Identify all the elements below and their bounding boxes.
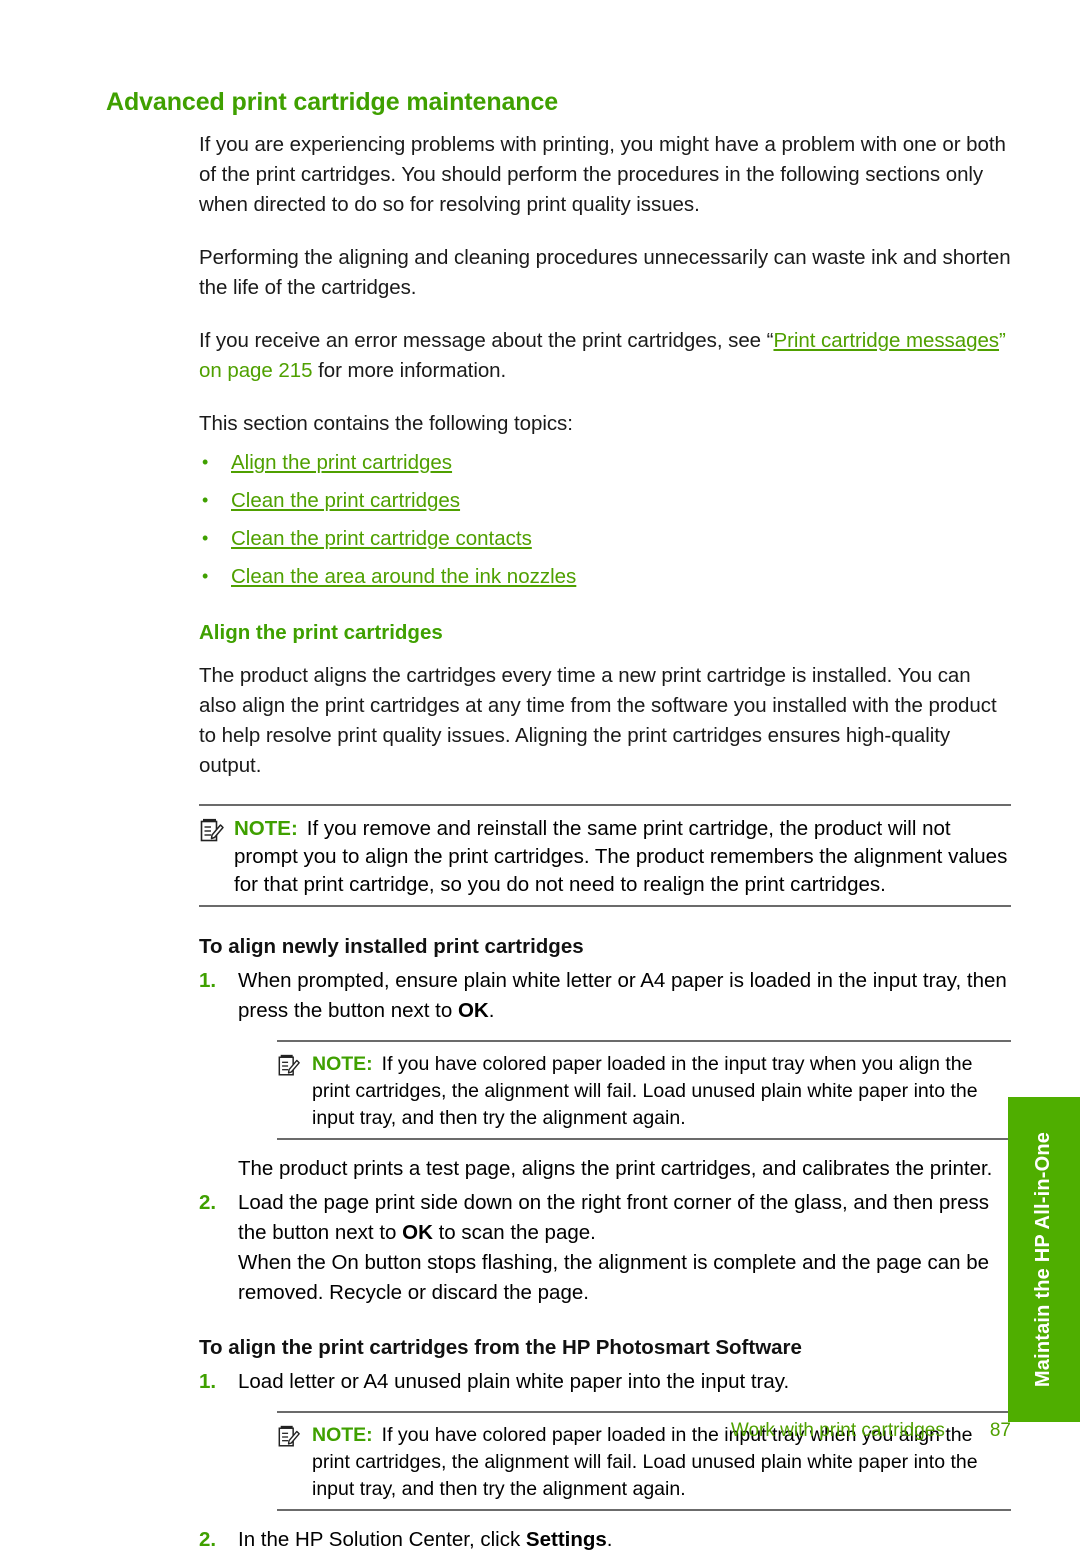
page-title: Advanced print cartridge maintenance	[106, 88, 559, 116]
note-bottom-rule	[277, 1509, 1011, 1511]
xref-close-quote: ”	[999, 329, 1006, 352]
step-text-before: Load the page print side down on the rig…	[238, 1191, 990, 1244]
note-icon	[277, 1054, 303, 1080]
step-text-after: .	[606, 1528, 613, 1551]
ui-label-settings: Settings	[525, 1528, 607, 1551]
footer-page-number: 87	[989, 1420, 1011, 1441]
procedure-heading-hp-photosmart-software: To align the print cartridges from the H…	[199, 1336, 802, 1359]
chapter-side-tab: Maintain the HP All-in-One	[1008, 1097, 1080, 1422]
procedure-2-steps: 1. Load letter or A4 unused plain white …	[199, 1367, 1011, 1555]
document-body: If you are experiencing problems with pr…	[199, 130, 1011, 1559]
list-item: Clean the print cartridges	[199, 486, 1011, 515]
topic-link-clean-the-print-cartridge-contacts[interactable]: Clean the print cartridge contacts	[231, 527, 532, 550]
step-text-after: .	[488, 999, 495, 1022]
topic-link-clean-the-area-around-the-ink-nozzles[interactable]: Clean the area around the ink nozzles	[231, 565, 576, 588]
xref-page-reference: on page 215	[199, 359, 313, 382]
list-item: Clean the print cartridge contacts	[199, 524, 1011, 553]
procedure-heading-align-newly-installed: To align newly installed print cartridge…	[199, 935, 584, 958]
topics-list: Align the print cartridges Clean the pri…	[199, 448, 1011, 591]
list-item: 2. Load the page print side down on the …	[199, 1188, 1011, 1308]
step-text: Load letter or A4 unused plain white pap…	[238, 1370, 790, 1393]
note-text: NOTE: If you have colored paper loaded in…	[312, 1051, 1011, 1132]
page-footer: Work with print cartridges 87	[0, 1420, 1011, 1442]
note-content: If you have colored paper loaded in the …	[312, 1053, 978, 1129]
cross-reference-paragraph: If you receive an error message about th…	[199, 326, 1011, 386]
footer-chapter-title: Work with print cartridges	[730, 1420, 945, 1441]
step-followup-text: When the On button stops flashing, the a…	[238, 1251, 990, 1304]
ui-label-ok: OK	[457, 999, 489, 1022]
topic-link-align-the-print-cartridges[interactable]: Align the print cartridges	[231, 451, 452, 474]
topic-link-clean-the-print-cartridges[interactable]: Clean the print cartridges	[231, 489, 460, 512]
note-block: NOTE: If you remove and reinstall the sam…	[199, 804, 1011, 907]
chapter-side-tab-label: Maintain the HP All-in-One	[1032, 1131, 1055, 1388]
list-item: 1. When prompted, ensure plain white let…	[199, 966, 1011, 1184]
note-bottom-rule	[277, 1138, 1011, 1140]
intro-paragraph-1: If you are experiencing problems with pr…	[199, 133, 1006, 216]
section-paragraph: The product aligns the cartridges every …	[199, 664, 997, 777]
intro-paragraph-2: Performing the aligning and cleaning pro…	[199, 246, 1011, 299]
procedure-1-steps: 1. When prompted, ensure plain white let…	[199, 966, 1011, 1308]
note-icon	[199, 818, 225, 844]
note-label: NOTE:	[312, 1053, 373, 1075]
note-label: NOTE:	[234, 817, 298, 840]
xref-prefix-text: If you receive an error message about th…	[199, 329, 774, 352]
note-block: NOTE: If you have colored paper loaded in…	[277, 1040, 1011, 1140]
step-text-before: When prompted, ensure plain white letter…	[238, 969, 1007, 1022]
step-number: 1.	[199, 1370, 217, 1393]
xref-suffix-text: for more information.	[312, 359, 507, 382]
step-text-before: In the HP Solution Center, click	[238, 1528, 526, 1551]
note-content: If you remove and reinstall the same pri…	[234, 817, 1008, 896]
list-item: Align the print cartridges	[199, 448, 1011, 477]
step-text-after: to scan the page.	[432, 1221, 596, 1244]
step-number: 1.	[199, 969, 217, 992]
topics-intro: This section contains the following topi…	[199, 412, 573, 435]
step-followup-text: The product prints a test page, aligns t…	[238, 1157, 993, 1180]
xref-link-print-cartridge-messages[interactable]: Print cartridge messages	[773, 329, 999, 352]
ui-label-ok: OK	[402, 1221, 433, 1244]
note-text: NOTE: If you remove and reinstall the sam…	[234, 815, 1011, 899]
step-number: 2.	[199, 1191, 217, 1214]
section-heading-align-the-print-cartridges: Align the print cartridges	[199, 621, 443, 644]
list-item: Clean the area around the ink nozzles	[199, 562, 1011, 591]
document-page: Advanced print cartridge maintenance If …	[0, 0, 1080, 1551]
step-number: 2.	[199, 1528, 217, 1551]
list-item: 2. In the HP Solution Center, click Sett…	[199, 1525, 1011, 1555]
note-bottom-rule	[199, 905, 1011, 907]
